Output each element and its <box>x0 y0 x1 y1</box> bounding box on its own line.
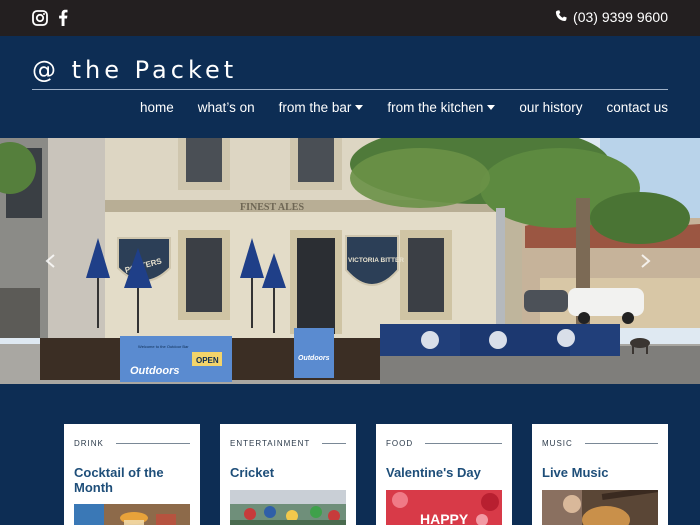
facebook-icon[interactable] <box>58 9 68 26</box>
whats-on-cards: DRINK Cocktail of the Month ENTERTAINMEN… <box>0 384 700 525</box>
card-image[interactable]: HAPPY <box>386 490 502 525</box>
card-title[interactable]: Live Music <box>542 465 662 480</box>
slider-next-button[interactable] <box>638 254 652 268</box>
card-title[interactable]: Cocktail of the Month <box>74 465 194 495</box>
card-title[interactable]: Valentine's Day <box>386 465 506 480</box>
card-title[interactable]: Cricket <box>230 465 350 480</box>
phone-number: (03) 9399 9600 <box>573 9 668 25</box>
header-divider <box>32 89 668 90</box>
nav-whats-on[interactable]: what’s on <box>186 100 267 115</box>
site-logo[interactable]: @ the Packet <box>32 56 237 84</box>
top-bar: (03) 9399 9600 <box>0 0 700 36</box>
banner-mid-text: Outdoors <box>298 355 330 362</box>
slider-prev-button[interactable] <box>44 254 58 268</box>
hero-slider: FINEST ALES POTTERS VICTORIA BITTER <box>0 138 700 384</box>
chevron-down-icon <box>355 105 364 110</box>
nav-our-history[interactable]: our history <box>507 100 594 115</box>
nav-from-the-bar[interactable]: from the bar <box>267 100 376 115</box>
main-nav: home what’s on from the bar from the kit… <box>128 100 668 115</box>
card-image[interactable] <box>542 490 658 525</box>
card-category: FOOD <box>386 439 502 448</box>
banner-open-text: OPEN <box>196 356 219 365</box>
sign-right-text: VICTORIA BITTER <box>348 257 404 264</box>
hero-photo: FINEST ALES POTTERS VICTORIA BITTER <box>0 138 700 384</box>
phone-icon <box>555 9 567 25</box>
chevron-right-icon <box>641 254 651 268</box>
card-music[interactable]: MUSIC Live Music <box>532 424 668 525</box>
banner-left-small: Welcome to the Outdoor Bar <box>138 344 189 349</box>
chevron-down-icon <box>487 105 496 110</box>
card-image[interactable] <box>74 504 190 525</box>
card-image-text: HAPPY <box>420 511 469 525</box>
card-entertainment[interactable]: ENTERTAINMENT Cricket <box>220 424 356 525</box>
chevron-left-icon <box>45 254 55 268</box>
card-image[interactable] <box>230 490 346 525</box>
fascia-sign-text: FINEST ALES <box>240 202 304 213</box>
nav-contact-us[interactable]: contact us <box>594 100 668 115</box>
nav-from-the-kitchen[interactable]: from the kitchen <box>375 100 507 115</box>
site-header: @ the Packet home what’s on from the bar… <box>0 36 700 138</box>
card-category: MUSIC <box>542 439 658 448</box>
nav-home[interactable]: home <box>128 100 186 115</box>
phone-link[interactable]: (03) 9399 9600 <box>555 9 668 25</box>
card-category: DRINK <box>74 439 190 448</box>
instagram-icon[interactable] <box>32 9 48 26</box>
social-links <box>32 9 68 26</box>
card-drink[interactable]: DRINK Cocktail of the Month <box>64 424 200 525</box>
card-food[interactable]: FOOD Valentine's Day HAPPY <box>376 424 512 525</box>
card-category: ENTERTAINMENT <box>230 439 346 448</box>
banner-left-text: Outdoors <box>130 365 180 377</box>
